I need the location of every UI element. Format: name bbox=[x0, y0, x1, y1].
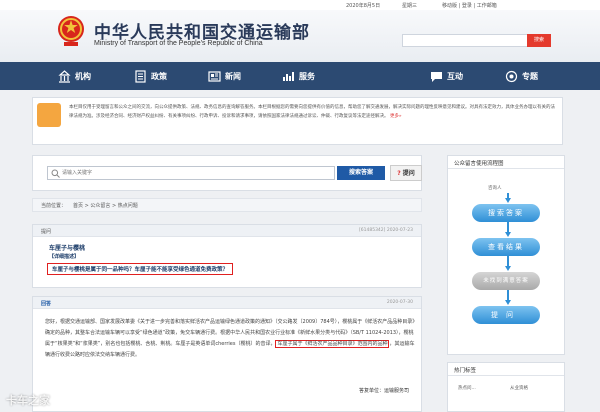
nav-label: 互动 bbox=[447, 71, 463, 81]
flow-arrow-icon bbox=[505, 198, 511, 203]
notice-body: 本栏目仅用于受理留言和公众之间的交流，向公众提供政策、法规、政务信息的查询解答服… bbox=[69, 105, 555, 119]
document-icon bbox=[135, 69, 146, 83]
flow-arrow-icon bbox=[505, 300, 511, 305]
hot-tags-panel: 热门标签 热点问... 从业资格 bbox=[447, 362, 565, 412]
question-label: 提问 bbox=[41, 229, 52, 235]
question-panel: 提问 [61485342] 2020-07-23 车厘子与樱桃 【详细描述】 车… bbox=[32, 224, 422, 288]
answer-text: 您好，根据交通运输部、国家发展改革委《关于进一步完善和落实鲜活农产品运输绿色通道… bbox=[45, 317, 417, 381]
flow-arrow-icon bbox=[505, 232, 511, 237]
ask-question-button[interactable]: ? 提问 bbox=[390, 165, 422, 181]
site-header: 中华人民共和国交通运输部 Ministry of Transport of th… bbox=[0, 10, 600, 62]
nav-label: 服务 bbox=[299, 71, 315, 81]
breadcrumb-prefix: 当前位置： bbox=[41, 203, 67, 209]
nav-item-special-topic[interactable]: 专题 bbox=[505, 62, 538, 90]
question-mark-icon: ? bbox=[397, 170, 401, 177]
flow-arrow-icon bbox=[505, 266, 511, 271]
flow-connector bbox=[507, 256, 509, 266]
main-nav: 机构 政策 新闻 服务 互动 专题 bbox=[0, 62, 600, 90]
utility-links[interactable]: 移动版 | 登录 | 工作邮箱 bbox=[442, 2, 497, 9]
nav-label: 机构 bbox=[75, 71, 91, 81]
nav-label: 专题 bbox=[522, 71, 538, 81]
top-utility-bar: 2020年8月5日 星期三 移动版 | 登录 | 工作邮箱 bbox=[0, 0, 600, 10]
answer-label: 回答 bbox=[41, 301, 52, 307]
question-body: 车厘子与樱桃是属于同一品种吗？车厘子能不能享受绿色通道免费政策？ bbox=[47, 263, 234, 275]
nav-item-service[interactable]: 服务 bbox=[282, 62, 315, 90]
flow-start-label: 咨询人 bbox=[488, 186, 502, 191]
hot-tag[interactable]: 从业资格 bbox=[510, 385, 528, 391]
notice-more-link[interactable]: 更多» bbox=[390, 114, 402, 119]
flow-chart-title: 公众留言使用流程图 bbox=[448, 156, 564, 169]
chart-icon bbox=[283, 71, 294, 81]
question-search-input[interactable] bbox=[62, 167, 332, 179]
question-search-field bbox=[47, 166, 335, 180]
flow-step-view-results[interactable]: 查看结果 bbox=[472, 238, 540, 256]
answer-date: 2020-07-30 bbox=[386, 300, 413, 305]
nav-label: 政策 bbox=[151, 71, 167, 81]
chat-icon bbox=[431, 71, 442, 82]
notice-panel: 本栏目仅用于受理留言和公众之间的交流，向公众提供政策、法规、政务信息的查询解答服… bbox=[32, 97, 563, 145]
header-search-button[interactable]: 搜索 bbox=[527, 34, 551, 47]
search-icon bbox=[51, 169, 60, 178]
flow-step-ask[interactable]: 提问 bbox=[472, 306, 540, 324]
ask-label: 提问 bbox=[402, 170, 415, 177]
flow-chart-panel: 公众留言使用流程图 咨询人 搜索答案 查看结果 未找到满意答案 提问 bbox=[447, 155, 565, 355]
header-search-box: 搜索 bbox=[402, 34, 551, 47]
flow-connector bbox=[507, 222, 509, 232]
building-icon bbox=[58, 69, 71, 83]
nav-label: 新闻 bbox=[225, 71, 241, 81]
hot-tags-title: 热门标签 bbox=[448, 363, 564, 376]
answer-panel: 回答 2020-07-30 您好，根据交通运输部、国家发展改革委《关于进一步完善… bbox=[32, 296, 422, 412]
question-search-bar: 搜索答案 ? 提问 bbox=[32, 155, 422, 191]
breadcrumb-path[interactable]: 首页 > 公众留言 > 热点问题 bbox=[73, 202, 138, 209]
nav-item-interaction[interactable]: 互动 bbox=[430, 62, 463, 90]
answer-panel-header: 回答 2020-07-30 bbox=[33, 297, 421, 309]
breadcrumb: 当前位置： 首页 > 公众留言 > 热点问题 bbox=[32, 198, 422, 212]
question-detail-label: 【详细描述】 bbox=[49, 254, 80, 260]
nav-item-news[interactable]: 新闻 bbox=[208, 62, 241, 90]
national-emblem-icon bbox=[58, 16, 84, 46]
flow-step-search[interactable]: 搜索答案 bbox=[472, 204, 540, 222]
site-title-english: Ministry of Transport of the People's Re… bbox=[94, 40, 263, 47]
question-title: 车厘子与樱桃 bbox=[49, 245, 86, 252]
special-topic-icon bbox=[505, 70, 518, 82]
newspaper-icon bbox=[208, 70, 221, 82]
search-answer-button[interactable]: 搜索答案 bbox=[337, 166, 385, 180]
notice-badge-icon bbox=[37, 103, 61, 127]
flow-connector bbox=[507, 290, 509, 300]
current-weekday: 星期三 bbox=[402, 3, 418, 9]
question-meta: [61485342] 2020-07-23 bbox=[359, 228, 413, 233]
signature-value: 运输服务司 bbox=[383, 388, 409, 394]
question-panel-header: 提问 [61485342] 2020-07-23 bbox=[33, 225, 421, 237]
flow-step-no-answer: 未找到满意答案 bbox=[472, 272, 540, 290]
watermark-logo: 卡车之家 bbox=[6, 394, 50, 407]
notice-text: 本栏目仅用于受理留言和公众之间的交流，向公众提供政策、法规、政务信息的查询解答服… bbox=[69, 104, 557, 142]
nav-item-organization[interactable]: 机构 bbox=[58, 62, 91, 90]
current-date: 2020年8月5日 bbox=[346, 3, 381, 9]
hot-tag[interactable]: 热点问... bbox=[458, 385, 476, 391]
nav-item-policy[interactable]: 政策 bbox=[134, 62, 167, 90]
answer-signature: 答复单位：运输服务司 bbox=[359, 387, 409, 394]
page: 2020年8月5日 星期三 移动版 | 登录 | 工作邮箱 中华人民共和国交通运… bbox=[0, 0, 600, 412]
answer-highlight: 车厘子属于《鲜活农产品品种目录》范围内的品种 bbox=[275, 340, 390, 348]
signature-label: 答复单位： bbox=[358, 388, 384, 394]
header-search-input[interactable] bbox=[403, 35, 527, 46]
